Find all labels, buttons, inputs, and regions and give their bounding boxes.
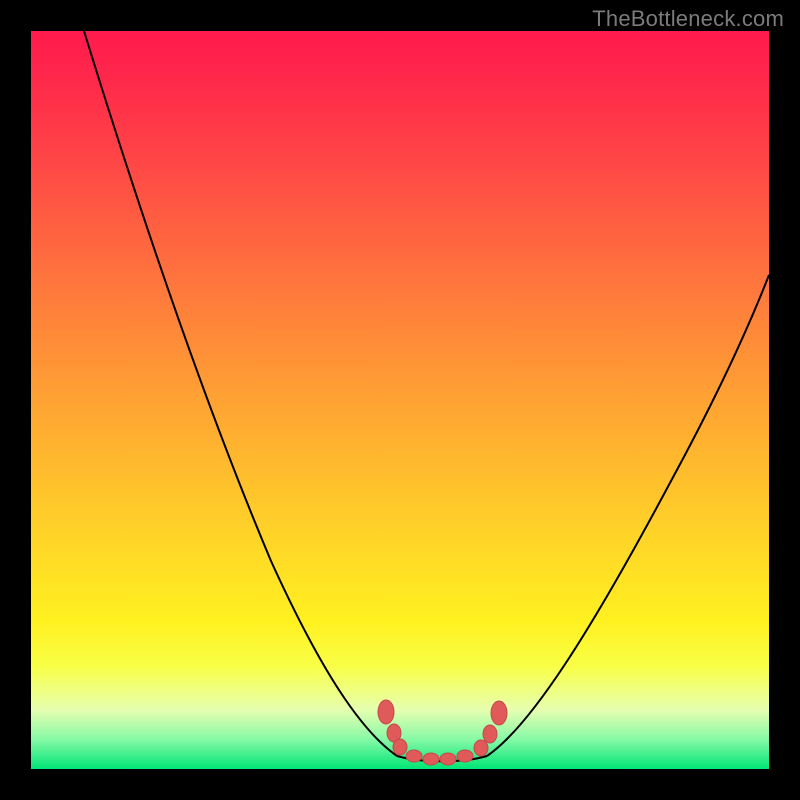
trough-marker <box>393 739 407 755</box>
trough-marker <box>423 753 439 765</box>
trough-marker <box>483 725 497 743</box>
trough-marker <box>406 750 422 762</box>
trough-marker <box>491 701 507 725</box>
trough-marker <box>378 700 394 724</box>
plot-gradient-background <box>31 31 769 769</box>
trough-marker <box>457 750 473 762</box>
watermark-text: TheBottleneck.com <box>592 6 784 32</box>
curve-right-branch <box>487 275 769 756</box>
trough-marker <box>440 753 456 765</box>
trough-marker <box>474 740 488 756</box>
plot-svg <box>31 31 769 769</box>
chart-frame: TheBottleneck.com <box>0 0 800 800</box>
curve-left-branch <box>84 31 397 756</box>
